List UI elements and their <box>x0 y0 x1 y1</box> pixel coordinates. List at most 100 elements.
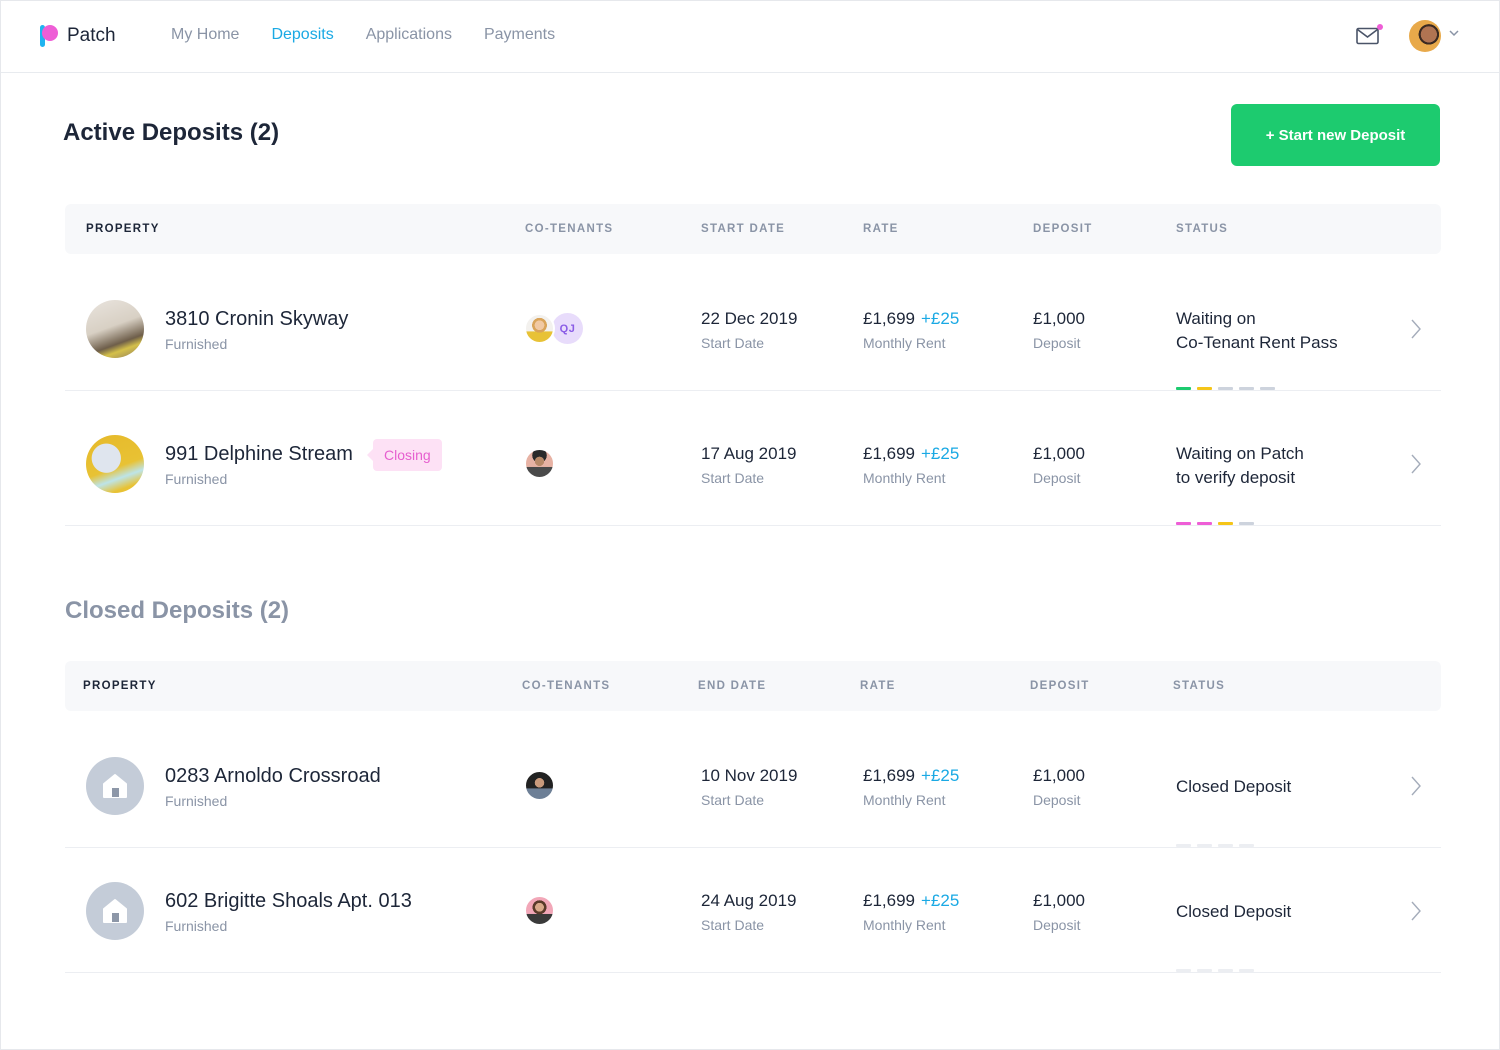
date-label: Start Date <box>701 792 765 808</box>
chevron-right-icon[interactable] <box>1410 775 1422 797</box>
deposit-label: Deposit <box>1033 335 1081 351</box>
table-row[interactable]: 0283 Arnoldo Crossroad Furnished 10 Nov … <box>65 713 1441 848</box>
notification-dot <box>1377 24 1383 30</box>
property-name: 3810 Cronin Skyway <box>165 308 349 330</box>
col-cotenants: CO-TENANTS <box>525 223 614 235</box>
status-text: Waiting on Co-Tenant Rent Pass <box>1176 309 1338 352</box>
deposit-label: Deposit <box>1033 470 1081 486</box>
status-progress <box>1176 844 1254 847</box>
col-deposit: DEPOSIT <box>1030 680 1090 692</box>
chevron-right-icon[interactable] <box>1410 318 1422 340</box>
active-table-header: PROPERTY CO-TENANTS START DATE RATE DEPO… <box>65 204 1441 254</box>
property-type: Furnished <box>165 336 228 352</box>
col-cotenants: CO-TENANTS <box>522 680 611 692</box>
cotenant-avatar <box>524 770 555 801</box>
rate-value: £1,699 <box>863 444 915 463</box>
cotenant-avatar <box>524 313 555 344</box>
col-status: STATUS <box>1176 223 1229 235</box>
progress-segment <box>1239 522 1254 525</box>
progress-segment <box>1218 844 1233 847</box>
col-rate: RATE <box>860 680 896 692</box>
property-photo <box>86 435 144 493</box>
rate-value: £1,699 <box>863 766 915 785</box>
start-new-deposit-button[interactable]: + Start new Deposit <box>1231 104 1440 166</box>
status-progress <box>1176 387 1275 390</box>
table-row[interactable]: 602 Brigitte Shoals Apt. 013 Furnished 2… <box>65 848 1441 973</box>
mail-button[interactable] <box>1356 24 1383 45</box>
nav-applications[interactable]: Applications <box>366 26 452 44</box>
status-progress <box>1176 522 1254 525</box>
rate: £1,699 +£25 <box>863 309 959 329</box>
house-icon <box>103 774 127 798</box>
logo[interactable]: Patch <box>40 25 116 47</box>
rate: £1,699 +£25 <box>863 444 959 464</box>
chevron-right-icon[interactable] <box>1410 453 1422 475</box>
status-text: Closed Deposit <box>1176 777 1292 796</box>
nav-my-home[interactable]: My Home <box>171 26 239 44</box>
rate-extra: +£25 <box>921 891 960 910</box>
property-placeholder <box>86 757 144 815</box>
start-date-label: Start Date <box>701 335 765 351</box>
property-name: 602 Brigitte Shoals Apt. 013 <box>165 890 412 912</box>
col-status: STATUS <box>1173 680 1226 692</box>
nav-payments[interactable]: Payments <box>484 26 555 44</box>
rate-extra: +£25 <box>921 444 960 463</box>
progress-segment <box>1176 844 1191 847</box>
active-deposits-heading: Active Deposits (2) <box>63 119 280 146</box>
progress-segment <box>1260 387 1275 390</box>
user-avatar[interactable] <box>1409 20 1441 52</box>
chevron-right-icon[interactable] <box>1410 900 1422 922</box>
patch-logo-icon <box>40 25 60 47</box>
property-type: Furnished <box>165 793 228 809</box>
rate-label: Monthly Rent <box>863 917 946 933</box>
deposit-amount: £1,000 <box>1033 309 1085 328</box>
nav-deposits[interactable]: Deposits <box>271 26 333 44</box>
table-row[interactable]: 3810 Cronin Skyway Furnished QJ 22 Dec 2… <box>65 256 1441 391</box>
start-date-label: Start Date <box>701 470 765 486</box>
rate-label: Monthly Rent <box>863 470 946 486</box>
start-date: 17 Aug 2019 <box>701 444 797 463</box>
house-icon <box>103 899 127 923</box>
progress-segment <box>1197 969 1212 972</box>
rate-label: Monthly Rent <box>863 792 946 808</box>
table-row[interactable]: 991 Delphine Stream Closing Furnished 17… <box>65 391 1441 526</box>
col-deposit: DEPOSIT <box>1033 223 1093 235</box>
col-property: PROPERTY <box>86 223 160 235</box>
property-type: Furnished <box>165 471 228 487</box>
progress-segment <box>1197 844 1212 847</box>
progress-segment <box>1176 969 1191 972</box>
progress-segment <box>1176 387 1191 390</box>
deposit-amount: £1,000 <box>1033 891 1085 910</box>
rate-label: Monthly Rent <box>863 335 946 351</box>
progress-segment <box>1239 387 1254 390</box>
property-type: Furnished <box>165 918 228 934</box>
progress-segment <box>1176 522 1191 525</box>
col-end-date: END DATE <box>698 680 767 692</box>
app-name: Patch <box>67 25 116 46</box>
date: 24 Aug 2019 <box>701 891 797 910</box>
status-text: Waiting on Patch to verify deposit <box>1176 444 1304 487</box>
cotenant-initials-avatar: QJ <box>552 313 583 344</box>
property-photo <box>86 300 144 358</box>
top-nav: Patch My Home Deposits Applications Paym… <box>1 1 1499 73</box>
deposit-amount: £1,000 <box>1033 766 1085 785</box>
cotenant-avatar <box>524 895 555 926</box>
deposit-label: Deposit <box>1033 917 1081 933</box>
cotenant-avatar <box>524 448 555 479</box>
closed-table-header: PROPERTY CO-TENANTS END DATE RATE DEPOSI… <box>65 661 1441 711</box>
deposit-label: Deposit <box>1033 792 1081 808</box>
chevron-down-icon[interactable] <box>1448 28 1460 38</box>
date: 10 Nov 2019 <box>701 766 798 785</box>
progress-segment <box>1239 844 1254 847</box>
rate-extra: +£25 <box>921 309 960 328</box>
progress-segment <box>1218 969 1233 972</box>
rate-value: £1,699 <box>863 891 915 910</box>
progress-segment <box>1239 969 1254 972</box>
mail-icon <box>1356 27 1379 45</box>
progress-segment <box>1197 387 1212 390</box>
property-placeholder <box>86 882 144 940</box>
app-window: Patch My Home Deposits Applications Paym… <box>1 1 1499 1049</box>
start-date: 22 Dec 2019 <box>701 309 798 328</box>
closing-badge: Closing <box>367 439 442 471</box>
closed-deposits-heading: Closed Deposits (2) <box>65 597 290 624</box>
